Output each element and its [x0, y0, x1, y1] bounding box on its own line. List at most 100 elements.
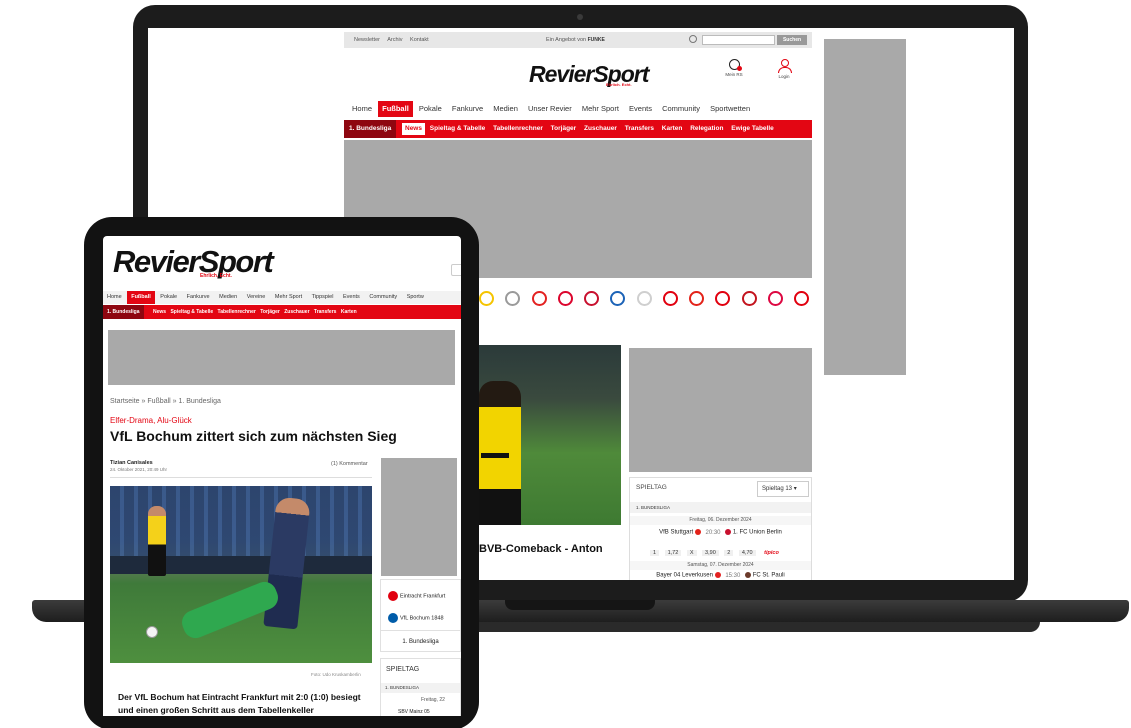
- ad-skyscraper[interactable]: [824, 39, 906, 375]
- nav-community[interactable]: Community: [365, 291, 401, 304]
- club-crest-icon[interactable]: [584, 290, 599, 306]
- page-title: VfL Bochum zittert sich zum nächsten Sie…: [110, 428, 397, 444]
- club-crest-icon[interactable]: [505, 290, 521, 306]
- spieltag-select[interactable]: Spieltag 13 ▾: [757, 481, 809, 497]
- article-author[interactable]: Tizian Canisales: [110, 460, 153, 466]
- nav-community[interactable]: Community: [658, 101, 704, 117]
- subnav-relegation[interactable]: Relegation: [687, 123, 726, 135]
- nav-medien[interactable]: Medien: [489, 101, 522, 117]
- nav-fankurve[interactable]: Fankurve: [448, 101, 487, 117]
- team-row[interactable]: VfL Bochum 1848: [388, 613, 444, 623]
- subnav-karten[interactable]: Karten: [341, 309, 357, 315]
- nav-fussball[interactable]: Fußball: [378, 101, 413, 117]
- nav-unser-revier[interactable]: Unser Revier: [524, 101, 576, 117]
- club-crest-icon[interactable]: [479, 290, 494, 306]
- nav-mehr-sport[interactable]: Mehr Sport: [271, 291, 306, 304]
- nav-fankurve[interactable]: Fankurve: [183, 291, 214, 304]
- archiv-link[interactable]: Archiv: [387, 37, 402, 43]
- club-crest-icon[interactable]: [767, 290, 783, 306]
- match-row[interactable]: Bayer 04 Leverkusen 15:30 FC St. Pauli: [630, 572, 811, 579]
- subnav-liga[interactable]: 1. Bundesliga: [103, 305, 144, 319]
- nav-medien[interactable]: Medien: [215, 291, 241, 304]
- bundesliga-button[interactable]: 1. Bundesliga: [380, 630, 461, 652]
- nav-sportwetten[interactable]: Sportwetten: [706, 101, 754, 117]
- nav-mehr-sport[interactable]: Mehr Sport: [578, 101, 623, 117]
- match-row[interactable]: VfB Stuttgart 20:30 1. FC Union Berlin: [630, 529, 811, 536]
- site-logo[interactable]: RevierSport: [113, 244, 274, 280]
- login-button[interactable]: Login: [774, 59, 794, 79]
- spieltag-widget: SPIELTAG Spieltag 13 ▾ 1. BUNDESLIGA Fre…: [629, 477, 812, 580]
- nav-tippspiel[interactable]: Tippspiel: [308, 291, 338, 304]
- nav-fussball[interactable]: Fußball: [127, 291, 155, 304]
- club-crest-icon[interactable]: [689, 290, 704, 306]
- club-crest-icon[interactable]: [531, 290, 547, 306]
- search-input[interactable]: [702, 35, 775, 45]
- nav-events[interactable]: Events: [339, 291, 364, 304]
- club-crest-icon[interactable]: [715, 290, 731, 306]
- article-headline[interactable]: BVB-Comeback - Anton: [479, 543, 603, 555]
- login-label: Login: [778, 74, 790, 79]
- subnav-news[interactable]: News: [153, 309, 166, 315]
- away-team: FC St. Pauli: [752, 572, 785, 579]
- menu-toggle[interactable]: [451, 264, 461, 276]
- subnav-zuschauer[interactable]: Zuschauer: [581, 123, 620, 135]
- subnav-spieltag[interactable]: Spieltag & Tabelle: [427, 123, 489, 135]
- match-day: Freitag, 22: [421, 697, 445, 703]
- subnav-liga[interactable]: 1. Bundesliga: [344, 120, 397, 138]
- nav-vereine[interactable]: Vereine: [243, 291, 270, 304]
- logo-tagline: Ehrlich. Echt.: [200, 273, 232, 279]
- subnav-transfers[interactable]: Transfers: [622, 123, 657, 135]
- search-icon[interactable]: [689, 35, 697, 43]
- team-row[interactable]: Eintracht Frankfurt: [388, 591, 445, 601]
- club-crest-icon[interactable]: [741, 290, 757, 306]
- article-lead: Der VfL Bochum hat Eintracht Frankfurt m…: [118, 692, 361, 715]
- mein-rs-button[interactable]: Mein RS: [722, 59, 746, 77]
- top-bar: Newsletter Archiv Kontakt Ein Angebot vo…: [344, 32, 812, 48]
- nav-pokale[interactable]: Pokale: [415, 101, 446, 117]
- nav-home[interactable]: Home: [103, 291, 126, 304]
- user-icon: [778, 59, 792, 73]
- tablet-screen: RevierSport Ehrlich. Echt. Home Fußball …: [103, 236, 461, 716]
- subnav-zuschauer[interactable]: Zuschauer: [284, 309, 309, 315]
- top-links: Newsletter Archiv Kontakt: [354, 37, 435, 43]
- nav-sportwetten[interactable]: Sportw: [403, 291, 428, 304]
- subnav-ewige-tabelle[interactable]: Ewige Tabelle: [728, 123, 777, 135]
- club-crest-icon[interactable]: [794, 290, 809, 306]
- subnav-karten[interactable]: Karten: [659, 123, 686, 135]
- ad-banner[interactable]: [108, 330, 455, 385]
- goalkeeper-figure: [178, 578, 282, 642]
- comments-link[interactable]: (1) Kommentar: [331, 461, 368, 467]
- search-button[interactable]: Suchen: [777, 35, 807, 45]
- st-pauli-crest-icon: [745, 572, 752, 578]
- subnav-torjaeger[interactable]: Torjäger: [548, 123, 580, 135]
- match-row[interactable]: SBV Mainz 05: [398, 709, 430, 715]
- odds-value-1[interactable]: 1,72: [664, 550, 682, 556]
- nav-events[interactable]: Events: [625, 101, 656, 117]
- club-crest-icon[interactable]: [662, 290, 678, 306]
- nav-home[interactable]: Home: [348, 101, 376, 117]
- hero-image[interactable]: [479, 345, 621, 525]
- breadcrumb[interactable]: Startseite » Fußball » 1. Bundesliga: [110, 398, 221, 405]
- spieltag-select-value: Spieltag 13: [762, 486, 793, 492]
- odds-value-x[interactable]: 3,90: [702, 550, 719, 556]
- club-crest-icon[interactable]: [557, 290, 573, 306]
- publisher-note: Ein Angebot von FUNKE: [546, 37, 605, 43]
- newsletter-link[interactable]: Newsletter: [354, 37, 380, 43]
- club-crest-icon[interactable]: [636, 290, 652, 306]
- odds-value-2[interactable]: 4,70: [738, 550, 756, 556]
- home-team: Bayer 04 Leverkusen: [656, 572, 713, 579]
- subnav-tabellenrechner[interactable]: Tabellenrechner: [490, 123, 546, 135]
- ad-rectangle[interactable]: [381, 458, 457, 576]
- subnav-spieltag[interactable]: Spieltag & Tabelle: [170, 309, 213, 315]
- tipico-logo[interactable]: tipico: [761, 550, 782, 556]
- kontakt-link[interactable]: Kontakt: [410, 37, 429, 43]
- subnav-transfers[interactable]: Transfers: [314, 309, 337, 315]
- subnav-tabellenrechner[interactable]: Tabellenrechner: [218, 309, 256, 315]
- ad-rectangle[interactable]: [629, 348, 812, 472]
- funke-logo[interactable]: FUNKE: [588, 37, 605, 43]
- subnav-torjaeger[interactable]: Torjäger: [260, 309, 280, 315]
- nav-pokale[interactable]: Pokale: [156, 291, 181, 304]
- club-crest-icon[interactable]: [610, 290, 626, 306]
- article-photo[interactable]: [110, 486, 372, 663]
- subnav-news[interactable]: News: [402, 123, 425, 135]
